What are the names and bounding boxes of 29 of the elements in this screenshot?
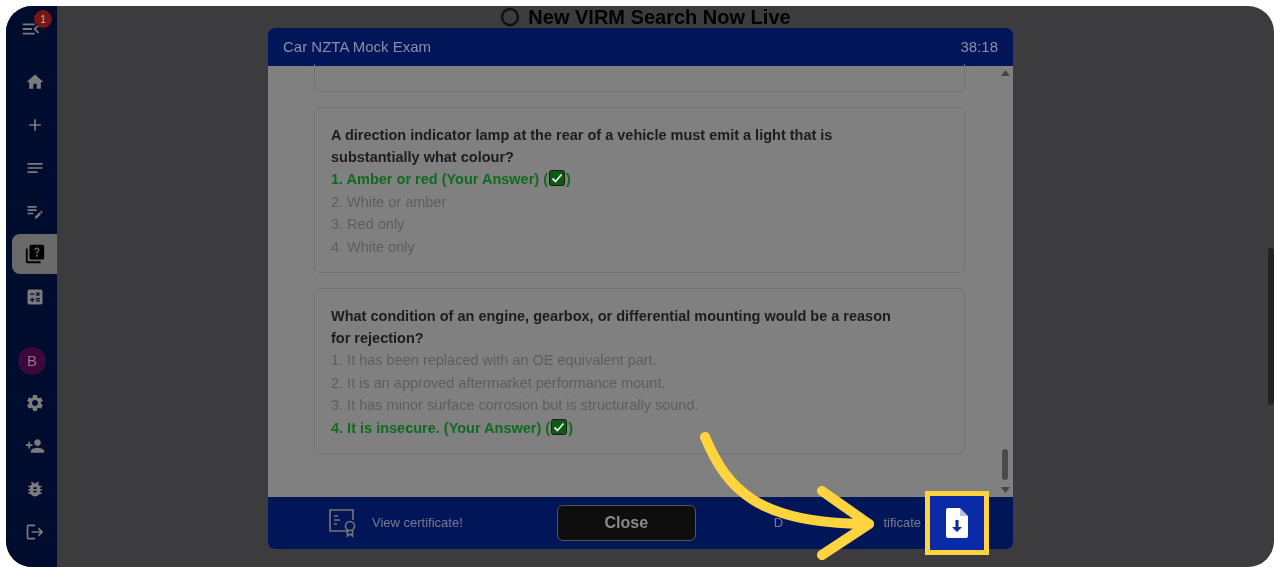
file-download-icon	[946, 508, 968, 538]
quiz-icon[interactable]	[23, 243, 46, 265]
check-icon	[551, 418, 568, 435]
scroll-down-icon[interactable]	[1001, 487, 1010, 493]
scroll-up-icon[interactable]	[1001, 70, 1010, 76]
scrollbar-thumb[interactable]	[1002, 449, 1008, 480]
circle-icon	[500, 7, 521, 27]
chosen-answer: 4. It is insecure. (Your Answer) ( )	[331, 417, 574, 438]
question-text: What condition of an engine, gearbox, or differential mounting would be a reason for rejection?	[331, 307, 892, 348]
scrollbar-thumb[interactable]	[1268, 248, 1274, 405]
view-certificate-link[interactable]: View certificate!	[372, 513, 463, 533]
avatar[interactable]: B	[18, 347, 46, 375]
banner-title: New VIRM Search Now Live	[528, 7, 791, 27]
selected-nav-item[interactable]	[12, 234, 57, 274]
close-button[interactable]: Close	[556, 505, 696, 541]
certificate-icon	[328, 508, 358, 538]
download-button[interactable]	[925, 491, 989, 555]
download-text: tificate	[883, 514, 921, 533]
dialog-title: Car NZTA Mock Exam	[283, 36, 432, 57]
timer: 38:18	[960, 36, 998, 57]
download-text: D	[773, 514, 784, 533]
chosen-answer: 1. Amber or red (Your Answer) ( )	[331, 169, 572, 189]
settings-icon[interactable]	[24, 393, 45, 413]
add-user-icon[interactable]	[24, 436, 45, 456]
question-text: A direction indicator lamp at the rear of a vehicle must emit a light that is substantially what colour?	[331, 126, 834, 167]
logout-icon[interactable]	[24, 522, 45, 542]
home-icon[interactable]	[24, 72, 45, 92]
notification-badge: 1	[34, 10, 52, 28]
check-icon	[549, 170, 565, 186]
